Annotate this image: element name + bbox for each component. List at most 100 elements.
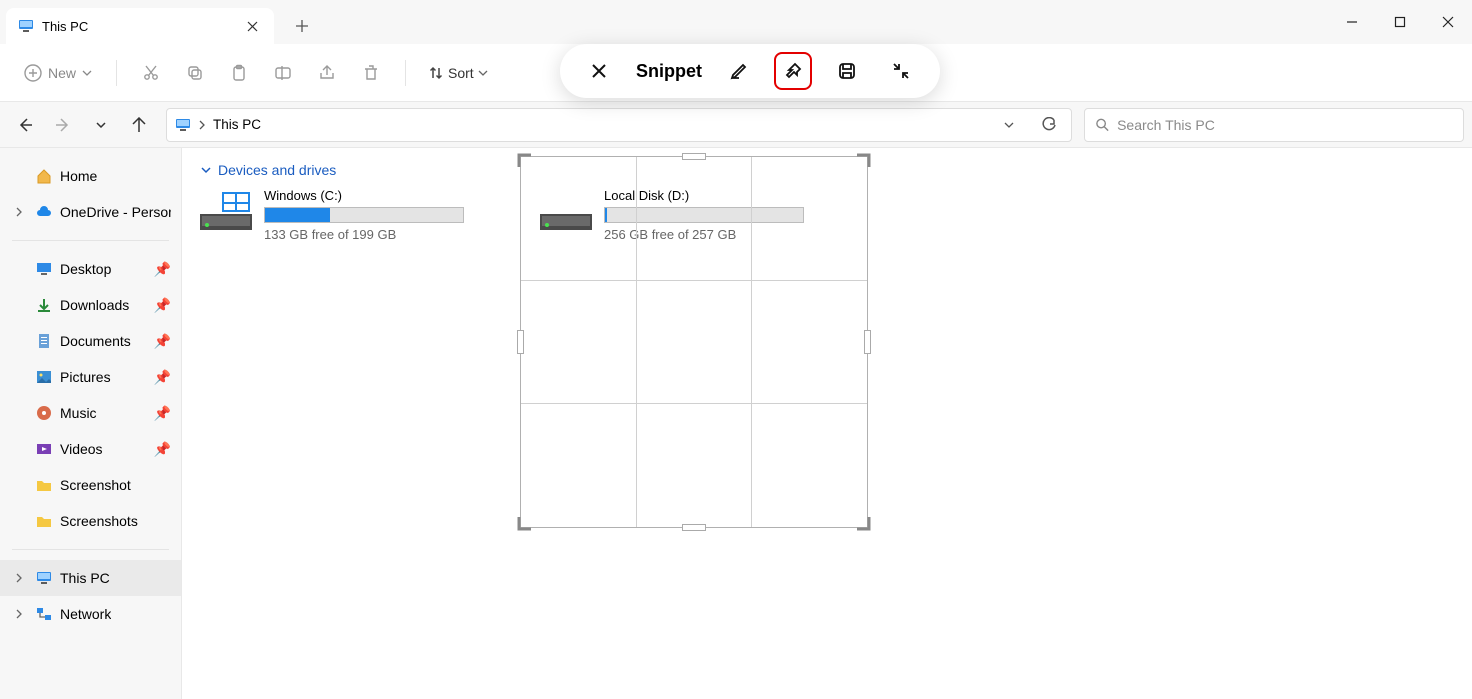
folder-icon [36, 513, 52, 529]
clipboard-icon [230, 64, 248, 82]
pin-icon: 📌 [154, 297, 171, 314]
chevron-right-icon[interactable] [14, 573, 24, 583]
edge-handle-bottom[interactable] [682, 524, 706, 531]
snippet-pin-button[interactable] [776, 54, 810, 88]
maximize-icon [1394, 16, 1406, 28]
search-box[interactable] [1084, 108, 1464, 142]
collapse-icon [891, 61, 911, 81]
sidebar-item-videos[interactable]: Videos 📌 [0, 431, 181, 467]
close-icon [247, 21, 258, 32]
sort-button[interactable]: Sort [420, 59, 496, 87]
arrow-left-icon [17, 117, 33, 133]
new-button[interactable]: New [14, 58, 102, 88]
drive-icon [540, 192, 592, 232]
copy-button[interactable] [175, 53, 215, 93]
sidebar-item-music[interactable]: Music 📌 [0, 395, 181, 431]
tab-close-button[interactable] [240, 14, 264, 38]
minimize-button[interactable] [1328, 0, 1376, 44]
sidebar-item-downloads[interactable]: Downloads 📌 [0, 287, 181, 323]
separator [12, 549, 169, 550]
new-tab-button[interactable] [284, 8, 320, 44]
sidebar-item-onedrive[interactable]: OneDrive - Personal [0, 194, 181, 230]
address-bar[interactable]: This PC [166, 108, 1072, 142]
close-icon [590, 62, 608, 80]
paste-button[interactable] [219, 53, 259, 93]
music-icon [36, 405, 52, 421]
drive-item-d[interactable]: Local Disk (D:) 256 GB free of 257 GB [540, 188, 840, 242]
drive-item-c[interactable]: Windows (C:) 133 GB free of 199 GB [200, 188, 500, 242]
edge-handle-right[interactable] [864, 330, 871, 354]
chevron-right-icon[interactable] [14, 609, 24, 619]
folder-icon [36, 477, 52, 493]
sidebar-item-home[interactable]: Home [0, 158, 181, 194]
snippet-label: Snippet [636, 61, 702, 82]
pin-icon: 📌 [154, 441, 171, 458]
separator [12, 240, 169, 241]
refresh-icon[interactable] [1041, 117, 1057, 133]
breadcrumb-item[interactable]: This PC [213, 117, 261, 132]
window-controls [1328, 0, 1472, 44]
snippet-collapse-button[interactable] [884, 54, 918, 88]
edge-handle-top[interactable] [682, 153, 706, 160]
monitor-icon [18, 18, 34, 34]
sidebar-item-label: Music [60, 405, 97, 421]
content-pane[interactable]: Devices and drives Windows (C:) 133 [182, 148, 1472, 699]
close-icon [1442, 16, 1454, 28]
sidebar-item-this-pc[interactable]: This PC [0, 560, 181, 596]
snippet-draw-button[interactable] [722, 54, 756, 88]
tab-title: This PC [42, 19, 232, 34]
sidebar-item-screenshots[interactable]: Screenshots [0, 503, 181, 539]
drive-usage-bar [264, 207, 464, 223]
tab-this-pc[interactable]: This PC [6, 8, 274, 44]
maximize-button[interactable] [1376, 0, 1424, 44]
snippet-close-button[interactable] [582, 54, 616, 88]
nav-up-button[interactable] [122, 108, 156, 142]
search-input[interactable] [1117, 117, 1453, 133]
nav-recent-button[interactable] [84, 108, 118, 142]
search-icon [1095, 117, 1109, 132]
drive-free-label: 133 GB free of 199 GB [264, 227, 500, 242]
edge-handle-left[interactable] [517, 330, 524, 354]
sidebar-item-screenshot[interactable]: Screenshot [0, 467, 181, 503]
sidebar-item-label: Home [60, 168, 97, 184]
group-header-devices[interactable]: Devices and drives [200, 162, 1454, 178]
nav-back-button[interactable] [8, 108, 42, 142]
copy-icon [186, 64, 204, 82]
sidebar-item-label: Desktop [60, 261, 111, 277]
sidebar-item-label: Screenshot [60, 477, 131, 493]
sidebar-item-documents[interactable]: Documents 📌 [0, 323, 181, 359]
chevron-down-icon[interactable] [1003, 119, 1015, 131]
chevron-down-icon [95, 119, 107, 131]
snippet-toolbar[interactable]: Snippet [560, 44, 940, 98]
sidebar-item-label: Network [60, 606, 111, 622]
sidebar-item-network[interactable]: Network [0, 596, 181, 632]
corner-bracket-bl[interactable] [515, 511, 537, 533]
drive-name: Local Disk (D:) [604, 188, 840, 203]
nav-forward-button[interactable] [46, 108, 80, 142]
corner-bracket-br[interactable] [851, 511, 873, 533]
snippet-save-button[interactable] [830, 54, 864, 88]
rename-button[interactable] [263, 53, 303, 93]
trash-icon [362, 64, 380, 82]
cut-button[interactable] [131, 53, 171, 93]
monitor-icon [36, 570, 52, 586]
delete-button[interactable] [351, 53, 391, 93]
videos-icon [36, 441, 52, 457]
sidebar-item-desktop[interactable]: Desktop 📌 [0, 251, 181, 287]
group-header-label: Devices and drives [218, 162, 336, 178]
chevron-right-icon[interactable] [14, 207, 24, 217]
drive-icon [200, 192, 252, 232]
plus-icon [295, 19, 309, 33]
close-window-button[interactable] [1424, 0, 1472, 44]
minimize-icon [1346, 16, 1358, 28]
separator [116, 60, 117, 86]
arrow-up-icon [131, 117, 147, 133]
share-button[interactable] [307, 53, 347, 93]
sidebar-item-pictures[interactable]: Pictures 📌 [0, 359, 181, 395]
plus-circle-icon [24, 64, 42, 82]
desktop-icon [36, 261, 52, 277]
document-icon [36, 333, 52, 349]
share-icon [318, 64, 336, 82]
new-button-label: New [48, 65, 76, 81]
drives-list: Windows (C:) 133 GB free of 199 GB Local… [200, 188, 1454, 242]
